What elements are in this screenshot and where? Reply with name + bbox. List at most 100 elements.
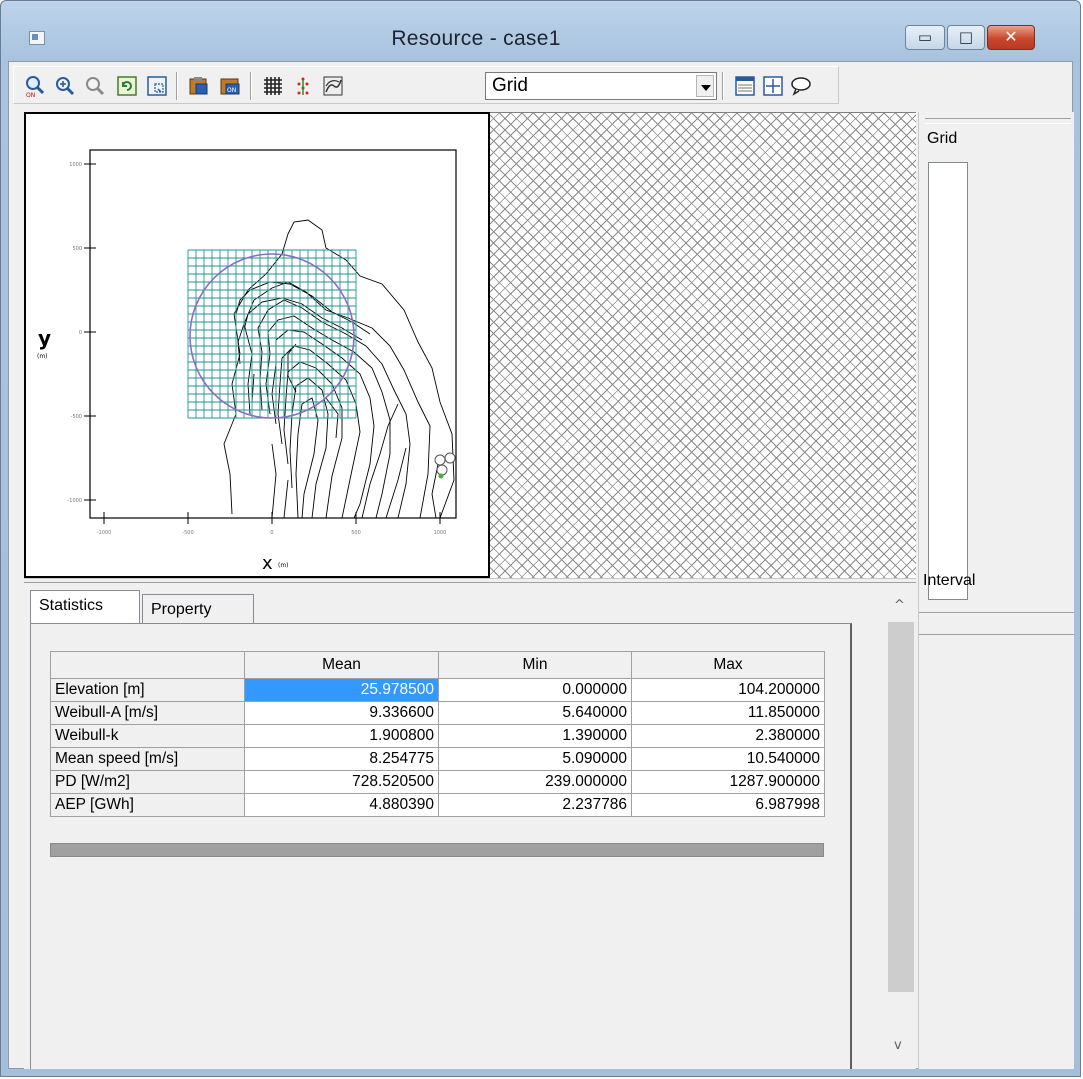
window-title: Resource - case1 bbox=[391, 27, 561, 50]
fit-view-button[interactable] bbox=[144, 73, 170, 99]
statistics-table: Mean Min Max Elevation [m] 25.978500 0.0… bbox=[50, 651, 825, 817]
table-row: PD [W/m2] 728.520500 239.000000 1287.900… bbox=[50, 770, 825, 794]
comment-button[interactable] bbox=[788, 73, 814, 99]
zoom-in-button[interactable] bbox=[52, 73, 78, 99]
grid-list[interactable] bbox=[928, 162, 968, 600]
table-cell[interactable]: 5.090000 bbox=[438, 747, 632, 771]
maximize-icon: □ bbox=[958, 28, 974, 46]
chevron-down-icon[interactable] bbox=[696, 75, 714, 97]
row-header[interactable]: Elevation [m] bbox=[50, 678, 245, 702]
divider bbox=[925, 118, 1071, 124]
y-axis-unit: (m) bbox=[37, 353, 48, 360]
layer-select[interactable]: Grid bbox=[485, 72, 717, 100]
close-button[interactable]: ✕ bbox=[987, 25, 1035, 50]
y-tick-label: -500 bbox=[71, 414, 82, 420]
tab-statistics[interactable]: Statistics bbox=[30, 590, 140, 624]
svg-text:ON: ON bbox=[227, 87, 236, 94]
table-cell[interactable]: 10.540000 bbox=[631, 747, 825, 771]
table-row: AEP [GWh] 4.880390 2.237786 6.987998 bbox=[50, 793, 825, 817]
divider bbox=[919, 612, 1074, 613]
table-cell[interactable]: 5.640000 bbox=[438, 701, 632, 725]
scroll-thumb[interactable] bbox=[888, 622, 914, 992]
row-header[interactable]: AEP [GWh] bbox=[50, 793, 245, 817]
tab-property[interactable]: Property bbox=[142, 594, 254, 623]
paste-icon: ON bbox=[220, 78, 240, 95]
turbine-layout-icon bbox=[297, 77, 309, 95]
table-row: Weibull-A [m/s] 9.336600 5.640000 11.850… bbox=[50, 701, 825, 725]
copy-icon bbox=[189, 77, 208, 95]
table-cell[interactable]: 1.900800 bbox=[244, 724, 439, 748]
divider bbox=[919, 634, 1074, 635]
zoom-out-button[interactable]: ON bbox=[22, 73, 48, 99]
x-tick-label: -1000 bbox=[97, 530, 112, 536]
move-button[interactable] bbox=[760, 73, 786, 99]
table-row: Mean speed [m/s] 8.254775 5.090000 10.54… bbox=[50, 747, 825, 771]
layer-select-value: Grid bbox=[492, 75, 528, 96]
table-row: Weibull-k 1.900800 1.390000 2.380000 bbox=[50, 724, 825, 748]
y-tick-label: 1000 bbox=[69, 162, 82, 168]
scroll-down-icon[interactable]: v bbox=[894, 1038, 902, 1053]
table-cell[interactable]: 104.200000 bbox=[631, 678, 825, 702]
row-header[interactable]: Weibull-A [m/s] bbox=[50, 701, 245, 725]
toolbar: ON ON Grid bbox=[13, 66, 839, 104]
move-icon bbox=[763, 76, 783, 96]
toolbar-separator bbox=[250, 72, 252, 100]
table-horizontal-scrollbar[interactable] bbox=[50, 843, 824, 857]
svg-text:ON: ON bbox=[26, 92, 35, 98]
contour-map[interactable]: 1000 500 0 -500 -1000 -1000 -500 0 500 1000 y (m… bbox=[24, 112, 490, 578]
table-cell[interactable]: 728.520500 bbox=[244, 770, 439, 794]
toolbar-separator bbox=[722, 72, 724, 100]
table-view-icon bbox=[735, 76, 755, 96]
refresh-icon bbox=[117, 76, 137, 96]
zoom-reset-button[interactable] bbox=[82, 73, 108, 99]
table-cell[interactable]: 9.336600 bbox=[244, 701, 439, 725]
table-cell[interactable]: 1.390000 bbox=[438, 724, 632, 748]
copy-button[interactable] bbox=[186, 73, 212, 99]
row-header[interactable]: Weibull-k bbox=[50, 724, 245, 748]
column-header-max[interactable]: Max bbox=[631, 651, 825, 679]
column-header-min[interactable]: Min bbox=[438, 651, 632, 679]
y-axis-label: y bbox=[38, 326, 51, 350]
refresh-button[interactable] bbox=[114, 73, 140, 99]
table-cell[interactable]: 2.380000 bbox=[631, 724, 825, 748]
close-icon: ✕ bbox=[1004, 27, 1018, 46]
map-icon bbox=[323, 76, 343, 96]
scroll-up-icon[interactable]: ^ bbox=[894, 598, 905, 613]
x-axis-label: x bbox=[262, 553, 273, 574]
maximize-button[interactable]: □ bbox=[947, 25, 985, 50]
title-bar[interactable]: Resource - case1 ▭ □ ✕ bbox=[1, 1, 1082, 61]
map-button[interactable] bbox=[320, 73, 346, 99]
row-header[interactable]: Mean speed [m/s] bbox=[50, 747, 245, 771]
table-cell[interactable]: 2.237786 bbox=[438, 793, 632, 817]
minimize-icon: ▭ bbox=[917, 28, 933, 46]
y-tick-label: 500 bbox=[72, 246, 82, 252]
map-canvas: 1000 500 0 -500 -1000 -1000 -500 0 500 1000 y (m… bbox=[37, 149, 457, 574]
pane-splitter[interactable] bbox=[24, 578, 916, 583]
interval-label: Interval bbox=[923, 572, 976, 589]
table-cell[interactable]: 4.880390 bbox=[244, 793, 439, 817]
y-tick-label: 0 bbox=[79, 330, 82, 336]
x-tick-label: -500 bbox=[182, 530, 193, 536]
table-cell[interactable]: 239.000000 bbox=[438, 770, 632, 794]
column-header-mean[interactable]: Mean bbox=[244, 651, 439, 679]
side-panel: Grid Interval bbox=[918, 112, 1074, 1069]
table-cell[interactable]: 1287.900000 bbox=[631, 770, 825, 794]
zoom-in-icon bbox=[56, 77, 75, 96]
table-cell[interactable]: 0.000000 bbox=[438, 678, 632, 702]
row-header[interactable]: PD [W/m2] bbox=[50, 770, 245, 794]
turbine-layout-button[interactable] bbox=[290, 73, 316, 99]
paste-button[interactable]: ON bbox=[218, 73, 244, 99]
table-cell[interactable]: 11.850000 bbox=[631, 701, 825, 725]
vertical-scrollbar[interactable]: ^ v bbox=[886, 584, 916, 1069]
table-view-button[interactable] bbox=[732, 73, 758, 99]
table-cell[interactable]: 6.987998 bbox=[631, 793, 825, 817]
toolbar-separator bbox=[176, 72, 178, 100]
table-header-row: Mean Min Max bbox=[50, 651, 825, 679]
table-cell[interactable]: 25.978500 bbox=[244, 678, 439, 702]
x-tick-label: 0 bbox=[270, 530, 273, 536]
table-cell[interactable]: 8.254775 bbox=[244, 747, 439, 771]
y-tick-label: -1000 bbox=[67, 498, 82, 504]
minimize-button[interactable]: ▭ bbox=[905, 25, 945, 50]
grid-toggle-button[interactable] bbox=[260, 73, 286, 99]
x-tick-label: 1000 bbox=[434, 530, 447, 536]
